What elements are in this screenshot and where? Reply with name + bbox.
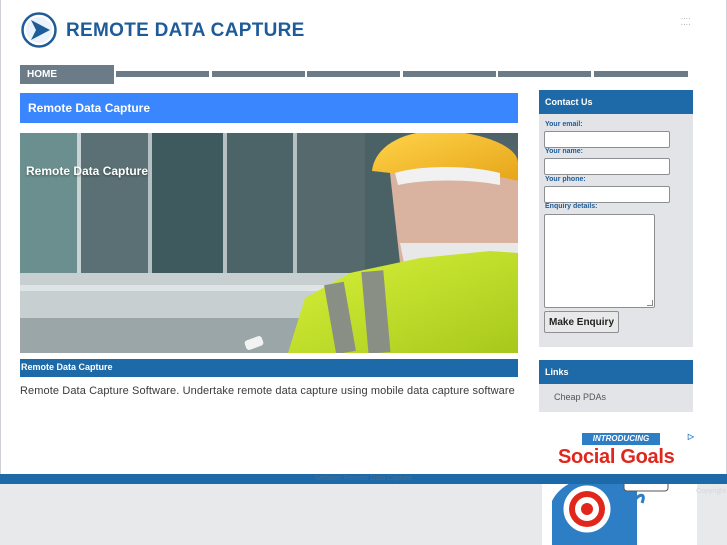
email-field[interactable] bbox=[544, 131, 670, 148]
nav-home[interactable]: HOME bbox=[20, 65, 114, 84]
nav-item-4[interactable] bbox=[403, 71, 496, 77]
logo-arrow-icon[interactable] bbox=[21, 12, 57, 48]
nav-item-3[interactable] bbox=[307, 71, 400, 77]
hero-image: Remote Data Capture bbox=[20, 133, 518, 353]
name-label: Your name: bbox=[545, 148, 583, 155]
email-label: Your email: bbox=[545, 121, 583, 128]
link-cheap-pdas[interactable]: Cheap PDAs bbox=[554, 392, 606, 402]
main-nav: HOME bbox=[20, 65, 688, 84]
contact-form: Contact Us Your email: Your name: Your p… bbox=[539, 90, 693, 347]
content-body: Remote Data Capture Software. Undertake … bbox=[20, 385, 515, 397]
main-heading: Remote Data Capture bbox=[20, 93, 518, 123]
resize-grip-icon[interactable] bbox=[647, 300, 653, 306]
name-field[interactable] bbox=[544, 158, 670, 175]
content-subheading: Remote Data Capture bbox=[20, 359, 518, 377]
advertisement[interactable]: INTRODUCING ▷ Social Goals bbox=[542, 431, 697, 545]
links-box: Links Cheap PDAs bbox=[539, 360, 693, 412]
nav-item-2[interactable] bbox=[212, 71, 305, 77]
links-title: Links bbox=[539, 360, 693, 384]
nav-item-5[interactable] bbox=[498, 71, 591, 77]
enquiry-textarea[interactable] bbox=[544, 214, 655, 308]
phone-label: Your phone: bbox=[545, 176, 586, 183]
enquiry-label: Enquiry details: bbox=[545, 203, 598, 210]
nav-item-1[interactable] bbox=[116, 71, 209, 77]
page-container: REMOTE DATA CAPTURE ........ HOME Remote… bbox=[0, 0, 727, 545]
site-title[interactable]: REMOTE DATA CAPTURE bbox=[66, 20, 305, 42]
make-enquiry-button[interactable]: Make Enquiry bbox=[544, 311, 619, 333]
phone-field[interactable] bbox=[544, 186, 670, 203]
target-mascot-icon bbox=[552, 474, 669, 545]
nav-item-6[interactable] bbox=[594, 71, 688, 77]
corner-marks: ........ bbox=[681, 14, 691, 27]
footer-text: Website: Remote Data Capture bbox=[314, 475, 413, 482]
hero-caption: Remote Data Capture bbox=[26, 164, 149, 178]
copyright-text: Copyright bbox=[696, 488, 726, 495]
contact-title: Contact Us bbox=[539, 90, 693, 114]
